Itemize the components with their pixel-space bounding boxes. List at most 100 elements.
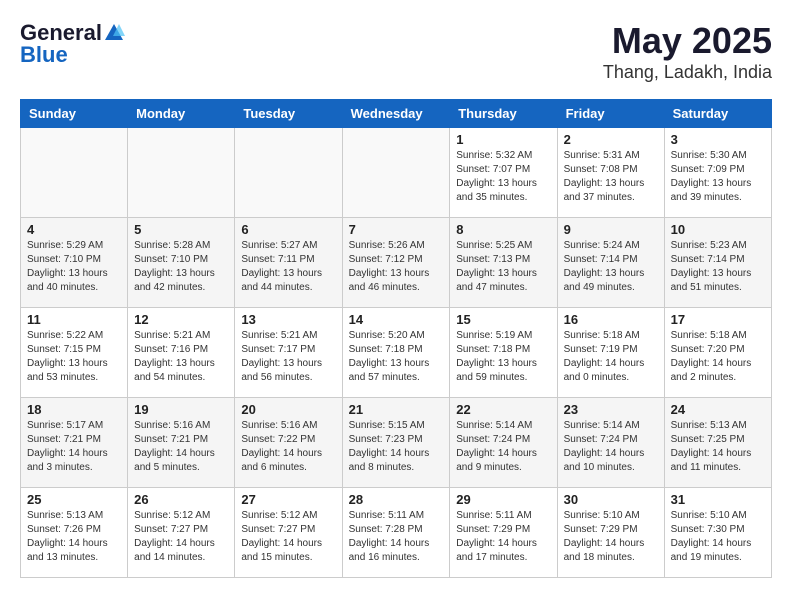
calendar-cell: 4 Sunrise: 5:29 AMSunset: 7:10 PMDaylight… xyxy=(21,218,128,308)
logo: General Blue xyxy=(20,20,126,68)
day-number: 13 xyxy=(241,312,335,327)
day-number: 20 xyxy=(241,402,335,417)
day-number: 25 xyxy=(27,492,121,507)
calendar-row: 11Sunrise: 5:22 AMSunset: 7:15 PMDayligh… xyxy=(21,308,772,398)
day-info: Sunrise: 5:21 AMSunset: 7:17 PMDaylight:… xyxy=(241,329,335,385)
day-info: Sunrise: 5:10 AMSunset: 7:30 PMDaylight:… xyxy=(671,509,765,565)
day-info: Sunrise: 5:14 AMSunset: 7:24 PMDaylight:… xyxy=(564,419,658,475)
day-number: 10 xyxy=(671,222,765,237)
day-info: Sunrise: 5:10 AMSunset: 7:29 PMDaylight:… xyxy=(564,509,658,565)
day-number: 11 xyxy=(27,312,121,327)
day-number: 22 xyxy=(456,402,550,417)
calendar-cell: 16 Sunrise: 5:18 AMSunset: 7:19 PMDayligh… xyxy=(557,308,664,398)
day-info: Sunrise: 5:12 AMSunset: 7:27 PMDaylight:… xyxy=(134,509,228,565)
calendar-cell: 13 Sunrise: 5:21 AMSunset: 7:17 PMDayligh… xyxy=(235,308,342,398)
day-info: Sunrise: 5:13 AMSunset: 7:26 PMDaylight:… xyxy=(27,509,121,565)
day-info: Sunrise: 5:32 AMSunset: 7:07 PMDaylight:… xyxy=(456,149,550,205)
calendar-cell: 15Sunrise: 5:19 AMSunset: 7:18 PMDayligh… xyxy=(450,308,557,398)
day-number: 6 xyxy=(241,222,335,237)
day-info: Sunrise: 5:18 AMSunset: 7:19 PMDaylight:… xyxy=(564,329,658,385)
calendar-cell: 17Sunrise: 5:18 AMSunset: 7:20 PMDayligh… xyxy=(664,308,771,398)
weekday-header-row: SundayMondayTuesdayWednesdayThursdayFrid… xyxy=(21,100,772,128)
day-number: 21 xyxy=(349,402,444,417)
day-number: 31 xyxy=(671,492,765,507)
weekday-header-friday: Friday xyxy=(557,100,664,128)
calendar-cell: 25 Sunrise: 5:13 AMSunset: 7:26 PMDayligh… xyxy=(21,488,128,578)
calendar-cell: 31 Sunrise: 5:10 AMSunset: 7:30 PMDayligh… xyxy=(664,488,771,578)
day-number: 18 xyxy=(27,402,121,417)
day-info: Sunrise: 5:31 AMSunset: 7:08 PMDaylight:… xyxy=(564,149,658,205)
day-info: Sunrise: 5:23 AMSunset: 7:14 PMDaylight:… xyxy=(671,239,765,295)
day-number: 7 xyxy=(349,222,444,237)
calendar-cell: 24Sunrise: 5:13 AMSunset: 7:25 PMDayligh… xyxy=(664,398,771,488)
weekday-header-tuesday: Tuesday xyxy=(235,100,342,128)
month-title: May 2025 xyxy=(603,20,772,62)
day-info: Sunrise: 5:25 AMSunset: 7:13 PMDaylight:… xyxy=(456,239,550,295)
calendar-cell: 27Sunrise: 5:12 AMSunset: 7:27 PMDayligh… xyxy=(235,488,342,578)
day-info: Sunrise: 5:26 AMSunset: 7:12 PMDaylight:… xyxy=(349,239,444,295)
day-number: 28 xyxy=(349,492,444,507)
calendar: SundayMondayTuesdayWednesdayThursdayFrid… xyxy=(20,99,772,578)
day-info: Sunrise: 5:15 AMSunset: 7:23 PMDaylight:… xyxy=(349,419,444,475)
day-info: Sunrise: 5:24 AMSunset: 7:14 PMDaylight:… xyxy=(564,239,658,295)
day-info: Sunrise: 5:30 AMSunset: 7:09 PMDaylight:… xyxy=(671,149,765,205)
calendar-cell: 22Sunrise: 5:14 AMSunset: 7:24 PMDayligh… xyxy=(450,398,557,488)
day-info: Sunrise: 5:11 AMSunset: 7:29 PMDaylight:… xyxy=(456,509,550,565)
calendar-cell: 26 Sunrise: 5:12 AMSunset: 7:27 PMDayligh… xyxy=(128,488,235,578)
weekday-header-sunday: Sunday xyxy=(21,100,128,128)
calendar-cell xyxy=(342,128,450,218)
title-block: May 2025 Thang, Ladakh, India xyxy=(603,20,772,83)
calendar-cell: 5 Sunrise: 5:28 AMSunset: 7:10 PMDaylight… xyxy=(128,218,235,308)
calendar-cell: 21 Sunrise: 5:15 AMSunset: 7:23 PMDayligh… xyxy=(342,398,450,488)
weekday-header-saturday: Saturday xyxy=(664,100,771,128)
day-info: Sunrise: 5:11 AMSunset: 7:28 PMDaylight:… xyxy=(349,509,444,565)
day-number: 23 xyxy=(564,402,658,417)
day-info: Sunrise: 5:29 AMSunset: 7:10 PMDaylight:… xyxy=(27,239,121,295)
calendar-cell: 10 Sunrise: 5:23 AMSunset: 7:14 PMDayligh… xyxy=(664,218,771,308)
logo-blue: Blue xyxy=(20,42,68,68)
day-info: Sunrise: 5:16 AMSunset: 7:21 PMDaylight:… xyxy=(134,419,228,475)
calendar-cell: 9 Sunrise: 5:24 AMSunset: 7:14 PMDaylight… xyxy=(557,218,664,308)
calendar-cell: 20 Sunrise: 5:16 AMSunset: 7:22 PMDayligh… xyxy=(235,398,342,488)
calendar-cell: 30 Sunrise: 5:10 AMSunset: 7:29 PMDayligh… xyxy=(557,488,664,578)
weekday-header-monday: Monday xyxy=(128,100,235,128)
day-number: 19 xyxy=(134,402,228,417)
day-number: 12 xyxy=(134,312,228,327)
day-number: 29 xyxy=(456,492,550,507)
calendar-row: 25 Sunrise: 5:13 AMSunset: 7:26 PMDayligh… xyxy=(21,488,772,578)
day-number: 5 xyxy=(134,222,228,237)
weekday-header-thursday: Thursday xyxy=(450,100,557,128)
calendar-cell: 12 Sunrise: 5:21 AMSunset: 7:16 PMDayligh… xyxy=(128,308,235,398)
day-number: 8 xyxy=(456,222,550,237)
day-info: Sunrise: 5:13 AMSunset: 7:25 PMDaylight:… xyxy=(671,419,765,475)
day-info: Sunrise: 5:16 AMSunset: 7:22 PMDaylight:… xyxy=(241,419,335,475)
calendar-cell xyxy=(128,128,235,218)
day-number: 30 xyxy=(564,492,658,507)
day-number: 17 xyxy=(671,312,765,327)
day-number: 4 xyxy=(27,222,121,237)
calendar-cell: 11Sunrise: 5:22 AMSunset: 7:15 PMDayligh… xyxy=(21,308,128,398)
page-header: General Blue May 2025 Thang, Ladakh, Ind… xyxy=(20,20,772,83)
calendar-cell: 23 Sunrise: 5:14 AMSunset: 7:24 PMDayligh… xyxy=(557,398,664,488)
day-info: Sunrise: 5:17 AMSunset: 7:21 PMDaylight:… xyxy=(27,419,121,475)
location-title: Thang, Ladakh, India xyxy=(603,62,772,83)
day-number: 3 xyxy=(671,132,765,147)
day-number: 9 xyxy=(564,222,658,237)
day-number: 26 xyxy=(134,492,228,507)
calendar-cell: 14Sunrise: 5:20 AMSunset: 7:18 PMDayligh… xyxy=(342,308,450,398)
calendar-cell: 29 Sunrise: 5:11 AMSunset: 7:29 PMDayligh… xyxy=(450,488,557,578)
calendar-cell: 1Sunrise: 5:32 AMSunset: 7:07 PMDaylight… xyxy=(450,128,557,218)
calendar-cell: 8 Sunrise: 5:25 AMSunset: 7:13 PMDaylight… xyxy=(450,218,557,308)
calendar-cell: 6 Sunrise: 5:27 AMSunset: 7:11 PMDaylight… xyxy=(235,218,342,308)
day-info: Sunrise: 5:21 AMSunset: 7:16 PMDaylight:… xyxy=(134,329,228,385)
calendar-cell: 3 Sunrise: 5:30 AMSunset: 7:09 PMDaylight… xyxy=(664,128,771,218)
logo-icon xyxy=(103,22,125,44)
day-number: 16 xyxy=(564,312,658,327)
calendar-row: 1Sunrise: 5:32 AMSunset: 7:07 PMDaylight… xyxy=(21,128,772,218)
day-info: Sunrise: 5:27 AMSunset: 7:11 PMDaylight:… xyxy=(241,239,335,295)
calendar-cell: 7 Sunrise: 5:26 AMSunset: 7:12 PMDaylight… xyxy=(342,218,450,308)
calendar-row: 18 Sunrise: 5:17 AMSunset: 7:21 PMDayligh… xyxy=(21,398,772,488)
day-info: Sunrise: 5:28 AMSunset: 7:10 PMDaylight:… xyxy=(134,239,228,295)
day-info: Sunrise: 5:12 AMSunset: 7:27 PMDaylight:… xyxy=(241,509,335,565)
calendar-cell xyxy=(235,128,342,218)
